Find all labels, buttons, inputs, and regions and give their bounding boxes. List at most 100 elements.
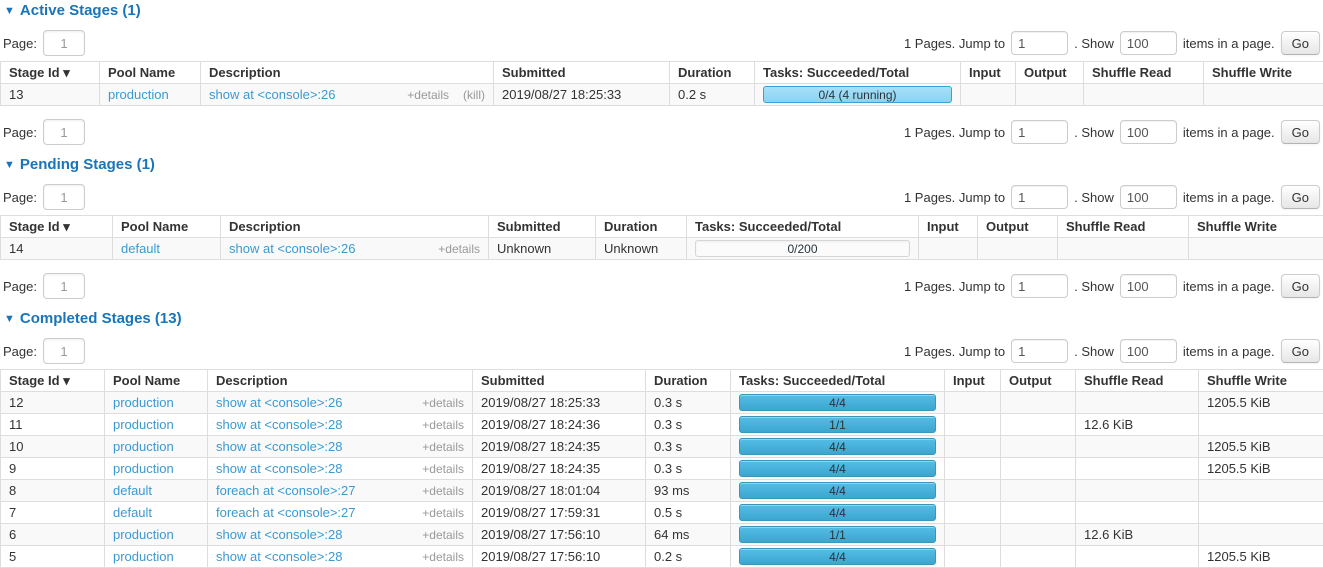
page-number-input[interactable]	[43, 273, 85, 299]
pool-name-cell: production	[105, 524, 208, 546]
column-header-shuffle-read[interactable]: Shuffle Read	[1084, 62, 1204, 84]
column-header-shuffle-read[interactable]: Shuffle Read	[1058, 216, 1189, 238]
pool-name-cell: production	[100, 84, 201, 106]
section-title-active[interactable]: ▼Active Stages (1)	[4, 3, 1323, 19]
page-number-input[interactable]	[43, 119, 85, 145]
description-cell: show at <console>:26 +details	[221, 238, 489, 260]
description-wrap: show at <console>:28 +details	[216, 527, 464, 542]
pool-name-link[interactable]: production	[113, 549, 174, 564]
sort-desc-icon: ▾	[63, 373, 70, 388]
column-header-output[interactable]: Output	[1001, 370, 1076, 392]
description-cell: show at <console>:28 +details	[208, 414, 473, 436]
column-header-stage-id[interactable]: Stage Id ▾	[1, 216, 113, 238]
column-header-pool-name[interactable]: Pool Name	[113, 216, 221, 238]
jump-to-page-input[interactable]	[1011, 274, 1068, 298]
column-header-stage-id[interactable]: Stage Id ▾	[1, 62, 100, 84]
show-items-input[interactable]	[1120, 339, 1177, 363]
column-header-pool-name[interactable]: Pool Name	[100, 62, 201, 84]
show-items-input[interactable]	[1120, 185, 1177, 209]
stage-id-cell: 10	[1, 436, 105, 458]
pool-name-link[interactable]: production	[113, 527, 174, 542]
column-header-tasks-succeeded-total[interactable]: Tasks: Succeeded/Total	[755, 62, 961, 84]
column-header-input[interactable]: Input	[961, 62, 1016, 84]
stage-id-cell: 7	[1, 502, 105, 524]
input-cell	[945, 524, 1001, 546]
column-header-pool-name[interactable]: Pool Name	[105, 370, 208, 392]
go-button[interactable]: Go	[1281, 185, 1320, 209]
column-header-label: Input	[953, 373, 985, 388]
pool-name-link[interactable]: default	[121, 241, 160, 256]
stage-description-link[interactable]: show at <console>:28	[216, 527, 342, 542]
stage-description-link[interactable]: show at <console>:28	[216, 439, 342, 454]
pool-name-link[interactable]: production	[108, 87, 169, 102]
column-header-submitted[interactable]: Submitted	[473, 370, 646, 392]
jump-to-page-input[interactable]	[1011, 31, 1068, 55]
pool-name-link[interactable]: default	[113, 505, 152, 520]
column-header-output[interactable]: Output	[978, 216, 1058, 238]
column-header-tasks-succeeded-total[interactable]: Tasks: Succeeded/Total	[687, 216, 919, 238]
tasks-progress-cell: 4/4	[731, 458, 945, 480]
section-title-completed[interactable]: ▼Completed Stages (13)	[4, 311, 1323, 327]
details-toggle[interactable]: +details	[422, 484, 464, 498]
pool-name-link[interactable]: production	[113, 417, 174, 432]
column-header-tasks-succeeded-total[interactable]: Tasks: Succeeded/Total	[731, 370, 945, 392]
column-header-label: Input	[969, 65, 1001, 80]
kill-link[interactable]: (kill)	[463, 88, 485, 102]
go-button[interactable]: Go	[1281, 120, 1320, 144]
stage-description-link[interactable]: show at <console>:26	[216, 395, 342, 410]
column-header-description[interactable]: Description	[201, 62, 494, 84]
description-extra: +details	[422, 528, 464, 542]
details-toggle[interactable]: +details	[422, 440, 464, 454]
details-toggle[interactable]: +details	[422, 528, 464, 542]
column-header-shuffle-write[interactable]: Shuffle Write	[1204, 62, 1323, 84]
stage-description-link[interactable]: show at <console>:28	[216, 461, 342, 476]
details-toggle[interactable]: +details	[438, 242, 480, 256]
jump-to-page-input[interactable]	[1011, 120, 1068, 144]
description-cell: foreach at <console>:27 +details	[208, 502, 473, 524]
pool-name-link[interactable]: default	[113, 483, 152, 498]
stage-description-link[interactable]: show at <console>:26	[229, 241, 355, 256]
column-header-stage-id[interactable]: Stage Id ▾	[1, 370, 105, 392]
page-number-input[interactable]	[43, 338, 85, 364]
details-toggle[interactable]: +details	[407, 88, 449, 102]
show-items-input[interactable]	[1120, 31, 1177, 55]
show-items-input[interactable]	[1120, 120, 1177, 144]
section-title-pending[interactable]: ▼Pending Stages (1)	[4, 157, 1323, 173]
column-header-shuffle-write[interactable]: Shuffle Write	[1199, 370, 1323, 392]
column-header-description[interactable]: Description	[208, 370, 473, 392]
stage-description-link[interactable]: show at <console>:26	[209, 87, 335, 102]
jump-to-page-input[interactable]	[1011, 185, 1068, 209]
column-header-input[interactable]: Input	[945, 370, 1001, 392]
page-number-input[interactable]	[43, 184, 85, 210]
column-header-duration[interactable]: Duration	[596, 216, 687, 238]
page-number-input[interactable]	[43, 30, 85, 56]
column-header-submitted[interactable]: Submitted	[489, 216, 596, 238]
details-toggle[interactable]: +details	[422, 506, 464, 520]
column-header-shuffle-write[interactable]: Shuffle Write	[1189, 216, 1323, 238]
column-header-description[interactable]: Description	[221, 216, 489, 238]
stage-description-link[interactable]: show at <console>:28	[216, 549, 342, 564]
column-header-duration[interactable]: Duration	[646, 370, 731, 392]
go-button[interactable]: Go	[1281, 339, 1320, 363]
column-header-submitted[interactable]: Submitted	[494, 62, 670, 84]
stage-description-link[interactable]: foreach at <console>:27	[216, 505, 356, 520]
go-button[interactable]: Go	[1281, 274, 1320, 298]
details-toggle[interactable]: +details	[422, 396, 464, 410]
stage-description-link[interactable]: foreach at <console>:27	[216, 483, 356, 498]
collapse-arrow-icon: ▼	[4, 6, 15, 17]
show-items-input[interactable]	[1120, 274, 1177, 298]
column-header-input[interactable]: Input	[919, 216, 978, 238]
details-toggle[interactable]: +details	[422, 418, 464, 432]
column-header-duration[interactable]: Duration	[670, 62, 755, 84]
jump-to-page-input[interactable]	[1011, 339, 1068, 363]
output-cell	[1001, 502, 1076, 524]
pool-name-link[interactable]: production	[113, 439, 174, 454]
column-header-output[interactable]: Output	[1016, 62, 1084, 84]
details-toggle[interactable]: +details	[422, 550, 464, 564]
pool-name-link[interactable]: production	[113, 395, 174, 410]
stage-description-link[interactable]: show at <console>:28	[216, 417, 342, 432]
details-toggle[interactable]: +details	[422, 462, 464, 476]
go-button[interactable]: Go	[1281, 31, 1320, 55]
column-header-shuffle-read[interactable]: Shuffle Read	[1076, 370, 1199, 392]
pool-name-link[interactable]: production	[113, 461, 174, 476]
